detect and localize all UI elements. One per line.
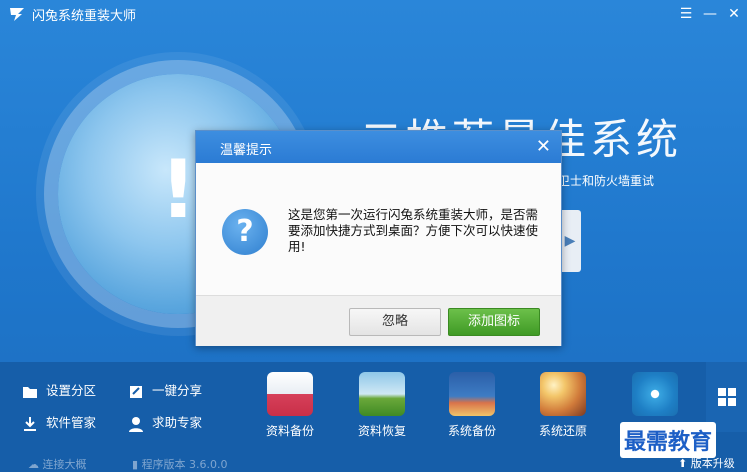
feature-label: 系统还原 <box>538 424 587 438</box>
system-backup-icon <box>449 372 495 416</box>
compass-icon <box>632 372 678 416</box>
dialog-header: 温馨提示 ✕ <box>196 131 561 163</box>
feature-data-restore[interactable]: 资料恢复 <box>347 372 417 439</box>
upgrade-label: 版本升级 <box>690 457 735 470</box>
app-window: 闪兔系统重装大师 ☰ — ✕ ! 二推荐最佳系统 卫士和防火墙重试 ▶ 设置分区… <box>0 0 747 472</box>
share-icon <box>130 385 142 398</box>
folder-icon <box>23 386 37 398</box>
chevron-right-icon[interactable]: ▶ <box>559 210 581 272</box>
menu-icon[interactable]: ☰ <box>676 4 696 24</box>
tool-share[interactable]: 一键分享 <box>128 380 202 400</box>
feature-extra[interactable] <box>620 372 690 422</box>
tool-label: 一键分享 <box>152 383 203 398</box>
add-icon-button[interactable]: 添加图标 <box>448 308 540 336</box>
feature-system-backup[interactable]: 系统备份 <box>437 372 507 439</box>
feature-label: 资料恢复 <box>357 424 406 438</box>
version-label: 程序版本 3.6.0.0 <box>141 458 228 471</box>
close-window-button[interactable]: ✕ <box>724 4 744 24</box>
status-text: ☁ 连接大概 <box>28 458 87 471</box>
dialog-body: ? 这是您第一次运行闪兔系统重装大师，是否需要添加快捷方式到桌面？方便下次可以快… <box>196 163 561 295</box>
tool-expert-help[interactable]: 求助专家 <box>128 412 202 432</box>
feature-label: 系统备份 <box>447 424 496 438</box>
question-icon: ? <box>222 209 268 255</box>
data-backup-icon <box>267 372 313 416</box>
watermark-logo: 最需教育 <box>620 422 717 458</box>
tool-partition[interactable]: 设置分区 <box>22 380 96 400</box>
person-icon <box>129 416 143 432</box>
dialog-close-icon[interactable]: ✕ <box>536 136 551 157</box>
app-title: 闪兔系统重装大师 <box>32 9 137 24</box>
feature-system-restore[interactable]: 系统还原 <box>528 372 598 439</box>
shortcut-dialog: 温馨提示 ✕ ? 这是您第一次运行闪兔系统重装大师，是否需要添加快捷方式到桌面？… <box>195 130 562 346</box>
tool-label: 软件管家 <box>46 415 97 430</box>
status-left-label: 连接大概 <box>42 458 87 471</box>
dialog-title: 温馨提示 <box>220 143 273 158</box>
download-icon <box>24 416 36 431</box>
version-text: ▮ 程序版本 3.6.0.0 <box>132 458 228 471</box>
minimize-button[interactable]: — <box>700 4 720 24</box>
exclamation-icon: ! <box>160 143 197 236</box>
app-logo-icon <box>10 8 24 21</box>
tool-label: 求助专家 <box>152 415 203 430</box>
grid-icon <box>718 388 736 406</box>
dialog-footer: 忽略 添加图标 <box>196 295 561 346</box>
system-restore-icon <box>540 372 586 416</box>
tool-label: 设置分区 <box>46 383 97 398</box>
tool-software-manager[interactable]: 软件管家 <box>22 412 96 432</box>
hero-subtext: 卫士和防火墙重试 <box>558 174 655 188</box>
dialog-message: 这是您第一次运行闪兔系统重装大师，是否需要添加快捷方式到桌面？方便下次可以快速使… <box>288 207 539 254</box>
data-restore-icon <box>359 372 405 416</box>
feature-data-backup[interactable]: 资料备份 <box>255 372 325 439</box>
title-bar: 闪兔系统重装大师 ☰ — ✕ <box>0 0 747 28</box>
ignore-button[interactable]: 忽略 <box>349 308 441 336</box>
feature-label: 资料备份 <box>265 424 314 438</box>
